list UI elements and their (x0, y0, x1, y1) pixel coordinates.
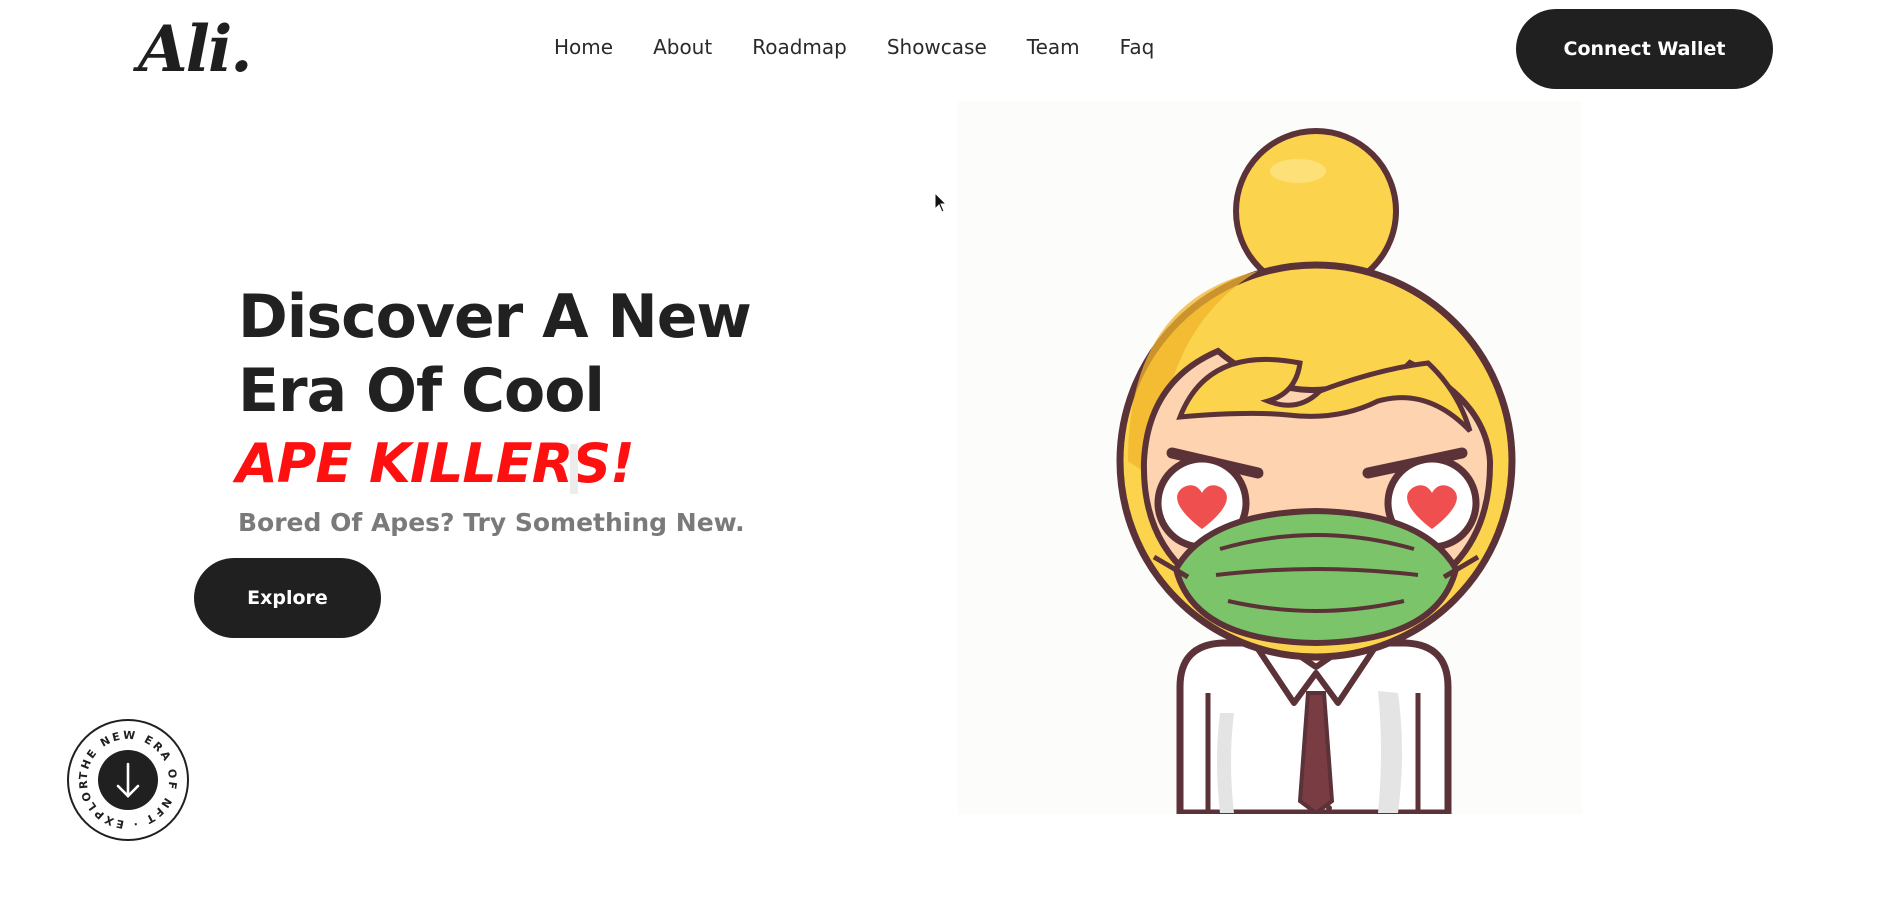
nav-about[interactable]: About (653, 32, 712, 62)
logo[interactable]: Ali. (138, 10, 253, 90)
nav-showcase[interactable]: Showcase (887, 32, 987, 62)
typing-caret (570, 444, 578, 494)
hero-subtitle: Bored Of Apes? Try Something New. (238, 508, 745, 537)
mouse-pointer-icon (934, 192, 948, 213)
nav-faq[interactable]: Faq (1120, 32, 1155, 62)
nav-home[interactable]: Home (554, 32, 613, 62)
connect-wallet-button[interactable]: Connect Wallet (1516, 9, 1773, 89)
explore-button[interactable]: Explore (194, 558, 381, 638)
nav-team[interactable]: Team (1027, 32, 1080, 62)
explore-badge[interactable]: THE NEW ERA OF NFT · EXPLORE · (61, 708, 190, 842)
nft-character-image (958, 101, 1582, 817)
hero-title: Discover A New Era Of Cool (238, 282, 752, 426)
main-nav: Home About Roadmap Showcase Team Faq (554, 32, 1194, 62)
nav-roadmap[interactable]: Roadmap (752, 32, 847, 62)
explore-badge-graphic: THE NEW ERA OF NFT · EXPLORE · (61, 708, 189, 841)
